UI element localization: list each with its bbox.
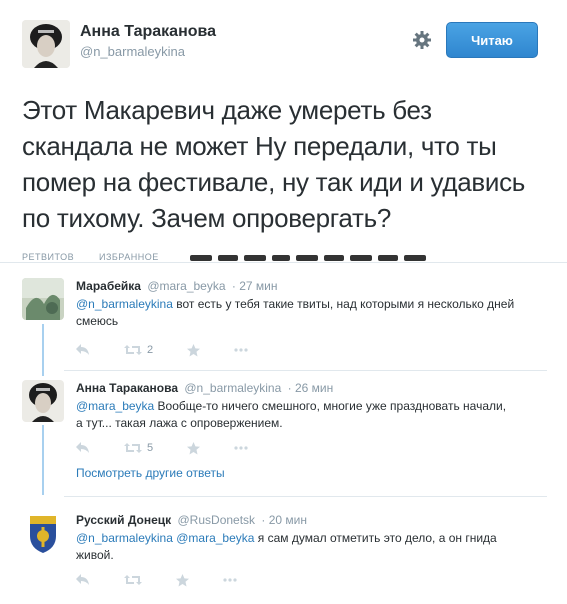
reply-author-name[interactable]: Русский Донецк (76, 513, 171, 527)
retweet-count: 5 (147, 442, 154, 454)
reply-icon[interactable] (76, 574, 90, 586)
reply-author-name[interactable]: Марабейка (76, 279, 141, 293)
more-icon[interactable] (223, 578, 237, 582)
favoriter-avatar[interactable] (378, 255, 398, 261)
favorite-icon[interactable] (187, 441, 201, 455)
more-icon[interactable] (234, 446, 248, 450)
favoriter-avatar[interactable] (190, 255, 212, 261)
reply-author-name[interactable]: Анна Тараканова (76, 381, 178, 395)
tweet-stats: РЕТВИТОВ ИЗБРАННОЕ (22, 251, 542, 261)
reply-item[interactable]: Русский Донецк @RusDonetsk · 20 мин @n_b… (22, 512, 547, 592)
retweets-label[interactable]: РЕТВИТОВ (22, 252, 74, 261)
reply-text: @n_barmaleykina вот есть у тебя такие тв… (76, 296, 516, 330)
reply-author-handle[interactable]: @RusDonetsk (178, 513, 256, 527)
reply-avatar[interactable] (22, 512, 64, 554)
favoriter-avatar[interactable] (404, 255, 426, 261)
favorites-label[interactable]: ИЗБРАННОЕ (99, 252, 159, 261)
reply-icon[interactable] (76, 344, 90, 356)
favoriter-avatar[interactable] (244, 255, 266, 261)
author-block: Анна Тараканова @n_barmaleykina (80, 22, 216, 62)
reply-item[interactable]: Марабейка @mara_beyka · 27 мин @n_barmal… (22, 278, 547, 358)
author-avatar[interactable] (22, 20, 70, 68)
reply-actions: 5 (76, 440, 282, 456)
reply-actions (76, 572, 271, 588)
author-handle[interactable]: @n_barmaleykina (80, 42, 216, 62)
gear-icon[interactable] (412, 30, 432, 50)
favoriter-avatar[interactable] (296, 255, 318, 261)
mention-link[interactable]: @n_barmaleykina (76, 297, 173, 311)
reply-actions: 2 (76, 342, 282, 358)
reply-separator (64, 496, 547, 497)
reply-header: Русский Донецк @RusDonetsk · 20 мин (76, 512, 307, 528)
reply-avatar[interactable] (22, 278, 64, 320)
more-replies-link[interactable]: Посмотреть другие ответы (76, 466, 225, 480)
retweet-icon[interactable]: 2 (124, 344, 153, 356)
reply-text: @n_barmaleykina @mara_beyka я сам думал … (76, 530, 516, 564)
favorite-icon[interactable] (187, 343, 201, 357)
retweet-icon[interactable]: 5 (124, 442, 153, 454)
reply-header: Марабейка @mara_beyka · 27 мин (76, 278, 277, 294)
reply-text: @mara_beyka Вообще-то ничего смешного, м… (76, 398, 516, 432)
follow-button[interactable]: Читаю (446, 22, 538, 58)
reply-author-handle[interactable]: @n_barmaleykina (184, 381, 281, 395)
mention-link[interactable]: @n_barmaleykina @mara_beyka (76, 531, 254, 545)
retweet-count: 2 (147, 344, 154, 356)
tweet-text: Этот Макаревич даже умереть без скандала… (22, 95, 526, 233)
reply-separator (64, 370, 547, 371)
reply-icon[interactable] (76, 442, 90, 454)
divider (0, 262, 567, 263)
favoriter-avatar[interactable] (218, 255, 238, 261)
favorite-icon[interactable] (176, 573, 189, 587)
reply-header: Анна Тараканова @n_barmaleykina · 26 мин (76, 380, 333, 396)
reply-time[interactable]: · 26 мин (288, 381, 334, 395)
favoriter-avatar[interactable] (324, 255, 344, 261)
more-icon[interactable] (234, 348, 248, 352)
tweet-page: Анна Тараканова @n_barmaleykina Читаю Эт… (0, 0, 567, 604)
reply-author-handle[interactable]: @mara_beyka (147, 279, 225, 293)
favoriter-avatar[interactable] (350, 255, 372, 261)
reply-item[interactable]: Анна Тараканова @n_barmaleykina · 26 мин… (22, 380, 547, 460)
reply-avatar[interactable] (22, 380, 64, 422)
mention-link[interactable]: @mara_beyka (76, 399, 154, 413)
favoriter-avatar[interactable] (272, 255, 290, 261)
reply-time[interactable]: · 27 мин (232, 279, 278, 293)
reply-time[interactable]: · 20 мин (261, 513, 307, 527)
author-name[interactable]: Анна Тараканова (80, 22, 216, 42)
retweet-icon[interactable] (124, 574, 142, 586)
